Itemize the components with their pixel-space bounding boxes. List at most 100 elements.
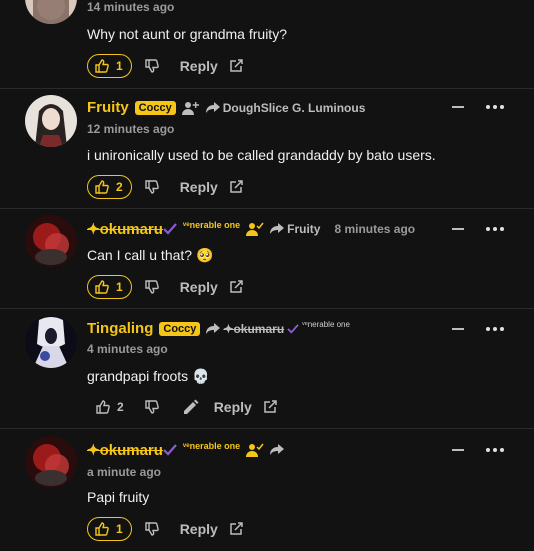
avatar[interactable]	[25, 95, 77, 147]
share-icon	[262, 399, 278, 415]
reply-button[interactable]: Reply	[180, 179, 218, 195]
reply-arrow-icon	[270, 223, 285, 235]
dislike-button[interactable]	[144, 279, 160, 295]
thumbs-down-icon	[144, 58, 160, 74]
comment-menu	[452, 327, 504, 331]
comment-menu	[452, 448, 504, 452]
reply-to[interactable]: Fruity	[270, 222, 320, 236]
avatar[interactable]	[25, 436, 77, 488]
comment-actions: 2 Reply	[87, 175, 244, 199]
thumbs-down-icon	[144, 521, 160, 537]
like-button[interactable]: 1	[87, 275, 132, 299]
edit-button[interactable]	[182, 398, 200, 416]
thumbs-up-icon	[94, 279, 110, 295]
reply-to-name: Fruity	[287, 222, 321, 236]
like-button[interactable]: 1	[87, 54, 132, 78]
comment-header: ✦okumaru ᵛᵉnerable one Fruity 8 minutes …	[87, 220, 415, 238]
divider	[0, 208, 534, 209]
divider	[0, 88, 534, 89]
add-friend-icon[interactable]	[246, 221, 264, 237]
collapse-icon[interactable]	[452, 449, 464, 451]
like-count: 2	[117, 400, 124, 414]
user-badge: Coccy	[134, 100, 176, 115]
collapse-icon[interactable]	[452, 228, 464, 230]
user-title: ᵛᵉnerable one	[182, 441, 241, 451]
user-badge: Coccy	[159, 321, 201, 336]
username[interactable]: ✦okumaru	[87, 220, 163, 238]
username[interactable]: Tingaling	[87, 320, 153, 337]
reply-arrow-icon[interactable]	[270, 444, 285, 456]
username[interactable]: Fruity	[87, 99, 129, 116]
reply-button[interactable]: Reply	[180, 521, 218, 537]
comment-text: Why not aunt or grandma fruity?	[87, 26, 287, 42]
dislike-button[interactable]	[144, 58, 160, 74]
more-icon[interactable]	[486, 227, 504, 231]
like-button[interactable]: 1	[87, 517, 132, 541]
more-icon[interactable]	[486, 448, 504, 452]
reply-button[interactable]: Reply	[214, 399, 252, 415]
comment-actions: 1 Reply	[87, 54, 244, 78]
like-count: 1	[116, 522, 123, 536]
comment-menu	[452, 227, 504, 231]
comment-actions: 2 Reply	[87, 396, 278, 418]
reply-button[interactable]: Reply	[180, 58, 218, 74]
username[interactable]: ✦okumaru	[87, 441, 163, 459]
comment-time: 4 minutes ago	[87, 342, 168, 356]
comment-actions: 1 Reply	[87, 275, 244, 299]
comment-time: 14 minutes ago	[87, 0, 175, 14]
share-icon	[228, 179, 244, 195]
reply-to-name: DoughSlice G. Luminous	[222, 100, 366, 115]
more-icon[interactable]	[486, 327, 504, 331]
like-button[interactable]: 2	[87, 175, 132, 199]
divider	[0, 308, 534, 309]
add-friend-icon[interactable]	[246, 442, 264, 458]
comment-text: Papi fruity	[87, 489, 150, 505]
comment-header: Tingaling Coccy ✦okumaru ᵛᵉnerable one	[87, 320, 350, 337]
avatar[interactable]	[25, 316, 77, 368]
comment-text: Can I call u that? 🥺	[87, 247, 214, 263]
reply-to[interactable]: DoughSlice G. Luminous	[205, 100, 366, 115]
thumbs-up-icon	[94, 179, 110, 195]
avatar[interactable]	[25, 215, 77, 267]
comment-header: ✦okumaru ᵛᵉnerable one	[87, 441, 285, 459]
share-icon	[228, 58, 244, 74]
reply-to[interactable]: ✦okumaru ᵛᵉnerable one	[206, 320, 350, 336]
user-title: ᵛᵉnerable one	[182, 220, 241, 230]
share-button[interactable]	[228, 279, 244, 295]
divider	[0, 428, 534, 429]
check-badge-icon	[287, 323, 299, 334]
like-count: 1	[116, 280, 123, 294]
like-button[interactable]: 2	[87, 396, 132, 418]
reply-to-name: ✦okumaru	[223, 321, 285, 336]
comment-time: a minute ago	[87, 465, 162, 479]
comment-text: grandpapi froots 💀	[87, 368, 210, 384]
share-button[interactable]	[228, 58, 244, 74]
add-friend-icon[interactable]	[181, 100, 200, 116]
comment-header: Fruity Coccy DoughSlice G. Luminous	[87, 99, 365, 116]
dislike-button[interactable]	[144, 399, 160, 415]
reply-button[interactable]: Reply	[180, 279, 218, 295]
thumbs-up-icon	[94, 521, 110, 537]
collapse-icon[interactable]	[452, 106, 464, 108]
comment-thread: 14 minutes ago Why not aunt or grandma f…	[0, 0, 534, 551]
thumbs-down-icon	[144, 279, 160, 295]
like-count: 2	[116, 180, 123, 194]
share-button[interactable]	[228, 179, 244, 195]
comment-menu	[452, 105, 504, 109]
avatar[interactable]	[25, 0, 77, 24]
collapse-icon[interactable]	[452, 328, 464, 330]
reply-arrow-icon	[205, 101, 220, 114]
thumbs-down-icon	[144, 179, 160, 195]
dislike-button[interactable]	[144, 521, 160, 537]
check-badge-icon	[163, 223, 177, 235]
share-button[interactable]	[262, 399, 278, 415]
share-button[interactable]	[228, 521, 244, 537]
comment-actions: 1 Reply	[87, 517, 244, 541]
share-icon	[228, 521, 244, 537]
comment-text: i unironically used to be called grandad…	[87, 147, 436, 163]
dislike-button[interactable]	[144, 179, 160, 195]
reply-arrow-icon	[206, 322, 221, 335]
like-count: 1	[116, 59, 123, 73]
more-icon[interactable]	[486, 105, 504, 109]
reply-to-title: ᵛᵉnerable one	[302, 320, 350, 329]
